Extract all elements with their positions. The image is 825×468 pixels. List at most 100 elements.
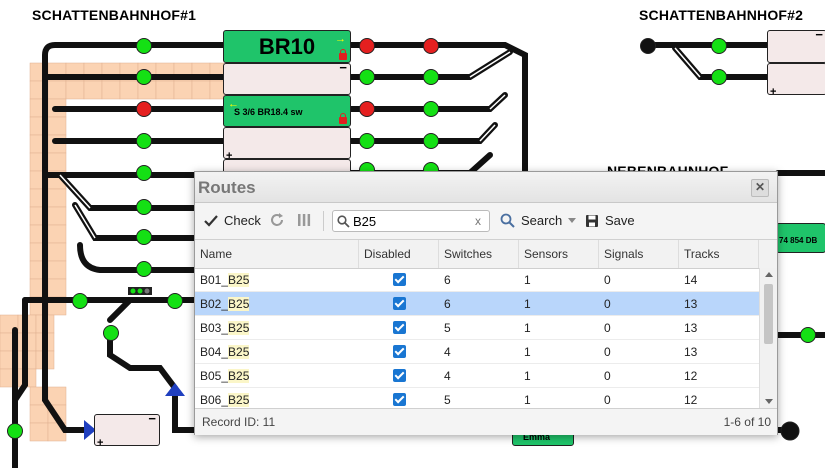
- cell-name: B04_B25: [200, 345, 250, 359]
- search-icon: [500, 213, 515, 228]
- cell-signals: 0: [604, 369, 611, 383]
- block-right[interactable]: 74 854 DB: [776, 223, 825, 253]
- grid-header: Name Disabled Switches Sensors Signals T…: [195, 240, 777, 269]
- column-header-disabled[interactable]: Disabled: [359, 240, 439, 268]
- minus-icon: −: [148, 411, 156, 426]
- cell-sensors: 1: [524, 369, 531, 383]
- disabled-checkbox[interactable]: [393, 345, 406, 358]
- save-button[interactable]: Save: [585, 213, 635, 228]
- scroll-down-icon[interactable]: [765, 399, 773, 404]
- lock-icon: [339, 113, 347, 124]
- refresh-icon: [271, 213, 283, 226]
- cell-switches: 4: [444, 369, 451, 383]
- cell-name: B05_B25: [200, 369, 250, 383]
- check-label: Check: [224, 213, 261, 228]
- cell-switches: 5: [444, 393, 451, 407]
- dialog-title: Routes: [198, 178, 256, 197]
- cell-switches: 6: [444, 273, 451, 287]
- disabled-checkbox[interactable]: [393, 369, 406, 382]
- close-icon[interactable]: ✕: [751, 179, 769, 197]
- column-header-switches[interactable]: Switches: [439, 240, 519, 268]
- cell-signals: 0: [604, 273, 611, 287]
- check-icon: [204, 214, 218, 227]
- cell-name: B06_B25: [200, 393, 250, 407]
- cell-sensors: 1: [524, 273, 531, 287]
- disabled-checkbox[interactable]: [393, 393, 406, 406]
- table-row[interactable]: B01_B25 6 1 0 14: [195, 268, 759, 292]
- check-button[interactable]: Check: [204, 213, 261, 228]
- column-header-name[interactable]: Name: [195, 240, 359, 268]
- scroll-up-icon[interactable]: [765, 272, 773, 277]
- cell-signals: 0: [604, 345, 611, 359]
- block-s36[interactable]: ← S 3/6 BR18.4 sw: [223, 95, 351, 127]
- toolbar-separator: [323, 211, 324, 231]
- direction-arrow-icon: →: [335, 33, 346, 45]
- search-button[interactable]: Search: [500, 213, 577, 228]
- cell-tracks: 14: [684, 273, 698, 287]
- cell-switches: 6: [444, 297, 451, 311]
- search-input[interactable]: [353, 213, 468, 229]
- cell-signals: 0: [604, 393, 611, 407]
- cell-tracks: 12: [684, 393, 698, 407]
- cell-name: B03_B25: [200, 321, 250, 335]
- dialog-titlebar[interactable]: Routes ✕: [195, 172, 777, 203]
- block-free[interactable]: −: [767, 27, 825, 63]
- table-row[interactable]: B06_B25 5 1 0 12: [195, 388, 759, 408]
- disabled-checkbox[interactable]: [393, 321, 406, 334]
- cell-tracks: 13: [684, 321, 698, 335]
- table-row[interactable]: B05_B25 4 1 0 12: [195, 364, 759, 388]
- cell-sensors: 1: [524, 321, 531, 335]
- block-free[interactable]: −: [223, 60, 351, 95]
- routes-dialog: Routes ✕ Check x Search Save Name: [194, 171, 778, 435]
- table-row[interactable]: B02_B25 6 1 0 13: [195, 292, 759, 316]
- cell-switches: 5: [444, 321, 451, 335]
- light-signal: [128, 287, 152, 295]
- plus-icon: +: [97, 437, 104, 449]
- block-free[interactable]: +: [767, 63, 825, 98]
- station-label-right: SCHATTENBAHNHOF#2: [639, 7, 804, 23]
- refresh-button[interactable]: [270, 213, 290, 227]
- column-header-signals[interactable]: Signals: [599, 240, 679, 268]
- dialog-toolbar: Check x Search Save: [195, 203, 777, 240]
- cell-switches: 4: [444, 345, 451, 359]
- chevron-down-icon: [568, 218, 577, 223]
- station-label-left: SCHATTENBAHNHOF#1: [32, 7, 197, 23]
- columns-icon: [298, 214, 311, 226]
- scroll-thumb[interactable]: [764, 284, 773, 344]
- cell-tracks: 13: [684, 297, 698, 311]
- grid-scrollbar[interactable]: [759, 268, 777, 408]
- save-icon: [586, 214, 598, 227]
- block-free[interactable]: − +: [94, 411, 160, 449]
- block-br10[interactable]: BR10 →: [223, 30, 351, 63]
- block-label: 74 854 DB: [779, 236, 818, 245]
- block-label: BR10: [258, 34, 316, 59]
- block-label: S 3/6 BR18.4 sw: [234, 107, 303, 117]
- grid-body: B01_B25 6 1 0 14 B02_B25 6 1 0 13 B03_B2…: [195, 268, 759, 408]
- search-icon: [337, 215, 350, 228]
- direction-marker: [165, 383, 185, 396]
- search-label: Search: [521, 213, 563, 228]
- column-header-tracks[interactable]: Tracks: [679, 240, 759, 268]
- cell-sensors: 1: [524, 297, 531, 311]
- disabled-checkbox[interactable]: [393, 273, 406, 286]
- cell-signals: 0: [604, 297, 611, 311]
- cell-sensors: 1: [524, 345, 531, 359]
- table-row[interactable]: B04_B25 4 1 0 13: [195, 340, 759, 364]
- record-id: Record ID: 11: [202, 415, 276, 429]
- save-label: Save: [605, 213, 635, 228]
- table-row[interactable]: B03_B25 5 1 0 13: [195, 316, 759, 340]
- plus-icon: +: [770, 86, 777, 98]
- cell-signals: 0: [604, 321, 611, 335]
- column-header-sensors[interactable]: Sensors: [519, 240, 599, 268]
- cell-tracks: 12: [684, 369, 698, 383]
- clear-search-icon[interactable]: x: [475, 214, 481, 228]
- block-free[interactable]: +: [223, 127, 351, 162]
- lock-icon: [339, 49, 347, 60]
- cell-name: B02_B25: [200, 297, 250, 311]
- columns-button[interactable]: [297, 213, 317, 227]
- cell-name: B01_B25: [200, 273, 250, 287]
- disabled-checkbox[interactable]: [393, 297, 406, 310]
- dialog-footer: Record ID: 11 1-6 of 10: [195, 408, 777, 435]
- search-box: x: [332, 210, 490, 232]
- cell-tracks: 13: [684, 345, 698, 359]
